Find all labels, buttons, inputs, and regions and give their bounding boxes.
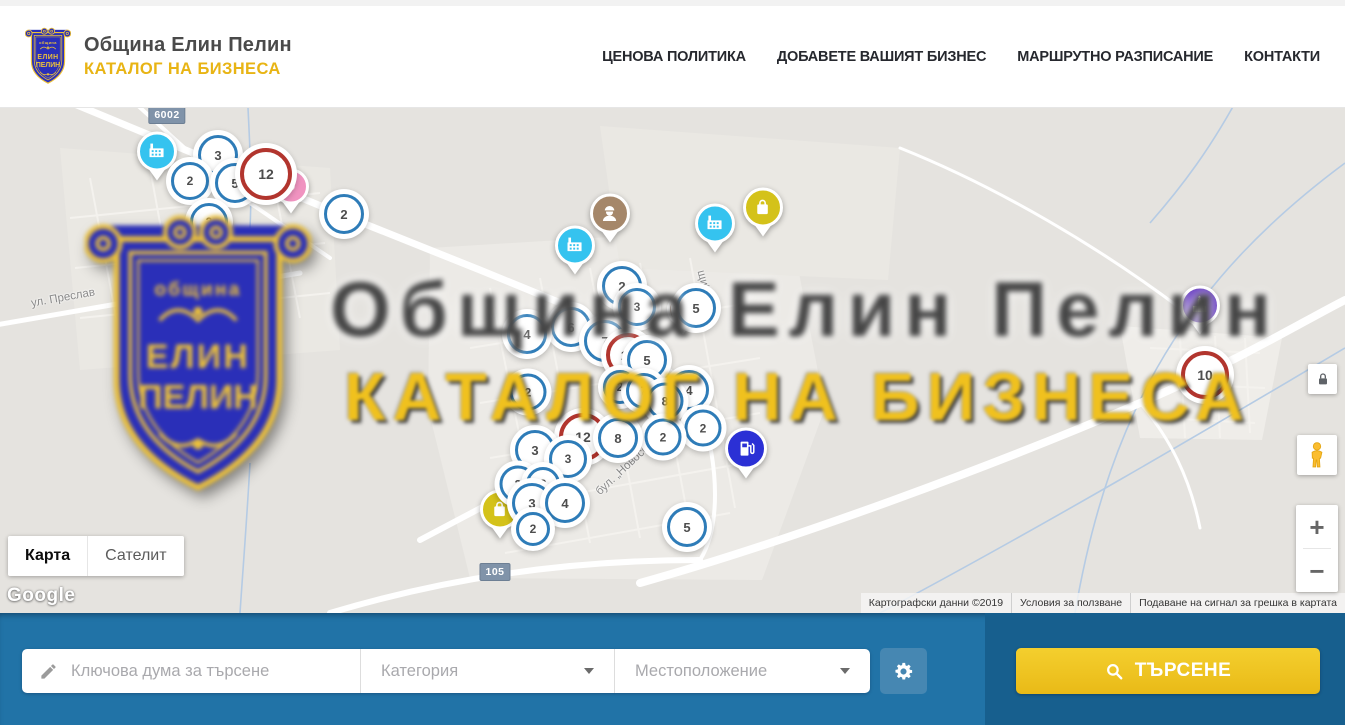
factory-pin[interactable] (695, 204, 735, 253)
cluster-marker[interactable]: 5 (676, 288, 716, 328)
cluster-marker[interactable]: 4 (507, 314, 547, 354)
attribution-link[interactable]: Условия за ползване (1011, 593, 1130, 613)
map-type-control: Карта Сателит (8, 536, 184, 576)
nav-item-pricing[interactable]: ЦЕНОВА ПОЛИТИКА (602, 49, 746, 65)
advanced-settings-button[interactable] (880, 648, 927, 694)
keyword-search-input[interactable] (71, 662, 348, 681)
attribution-text: Картографски данни ©2019 (861, 593, 1011, 613)
satellite-view-button[interactable]: Сателит (87, 536, 183, 576)
street-view-pegman-button[interactable] (1297, 435, 1337, 475)
cluster-marker[interactable]: 3 (618, 288, 656, 326)
cluster-marker[interactable]: 2 (190, 203, 228, 241)
road-badge: 105 (479, 563, 510, 581)
cluster-marker[interactable]: 2 (324, 194, 364, 234)
brand[interactable]: Община Елин Пелин КАТАЛОГ НА БИЗНЕСА (25, 27, 292, 86)
search-group: Категория Местоположение (22, 649, 870, 693)
cluster-marker[interactable]: 12 (240, 148, 292, 200)
chevron-down-icon (840, 668, 850, 674)
cluster-marker[interactable]: 2 (171, 162, 209, 200)
chevron-down-icon (584, 668, 594, 674)
cluster-marker[interactable]: 2 (685, 410, 722, 447)
municipality-crest-logo (25, 27, 71, 86)
cluster-marker[interactable]: 2 (510, 374, 547, 411)
location-select-label: Местоположение (635, 662, 767, 681)
gear-icon (892, 660, 915, 683)
cluster-marker[interactable]: 4 (545, 483, 585, 523)
search-bar: Категория Местоположение ТЪРСЕНЕ (0, 613, 1345, 725)
zoom-in-button[interactable]: + (1296, 505, 1338, 548)
nav-item-route-schedule[interactable]: МАРШРУТНО РАЗПИСАНИЕ (1017, 49, 1213, 65)
main-nav: ЦЕНОВА ПОЛИТИКА ДОБАВЕТЕ ВАШИЯТ БИЗНЕС МАР… (602, 49, 1320, 65)
fullscreen-lock-button[interactable] (1308, 364, 1337, 394)
location-select[interactable]: Местоположение (614, 649, 870, 693)
search-icon (1105, 662, 1124, 681)
cluster-marker[interactable]: 8 (647, 383, 684, 420)
road-badge: 6002 (148, 108, 185, 124)
site-title: Община Елин Пелин (84, 34, 292, 57)
church-pin[interactable] (1180, 286, 1220, 335)
fuel-pin[interactable] (725, 428, 767, 479)
cluster-marker[interactable]: 2 (516, 512, 550, 546)
keyword-field-wrap (22, 649, 360, 693)
map-view-button[interactable]: Карта (8, 536, 87, 576)
cluster-marker[interactable]: 2 (645, 419, 682, 456)
zoom-control: + − (1296, 505, 1338, 592)
cluster-marker[interactable]: 10 (1181, 351, 1229, 399)
map-attribution: Картографски данни ©2019Условия за ползв… (861, 593, 1345, 613)
search-button-label: ТЪРСЕНЕ (1135, 660, 1232, 682)
cluster-marker[interactable]: 8 (598, 418, 638, 458)
factory-pin[interactable] (137, 132, 177, 181)
bag-pin[interactable] (743, 188, 783, 237)
padlock-icon (1315, 370, 1331, 388)
site-subtitle: КАТАЛОГ НА БИЗНЕСА (84, 60, 292, 79)
category-select[interactable]: Категория (360, 649, 614, 693)
category-select-label: Категория (381, 662, 458, 681)
factory-pin[interactable] (555, 226, 595, 275)
pencil-icon (39, 662, 58, 681)
site-header: Община Елин Пелин КАТАЛОГ НА БИЗНЕСА ЦЕН… (0, 6, 1345, 108)
nav-item-add-business[interactable]: ДОБАВЕТЕ ВАШИЯТ БИЗНЕС (777, 49, 986, 65)
search-button[interactable]: ТЪРСЕНЕ (1016, 648, 1320, 694)
cluster-marker[interactable]: 5 (667, 507, 707, 547)
attribution-link[interactable]: Подаване на сигнал за грешка в картата (1130, 593, 1345, 613)
zoom-out-button[interactable]: − (1296, 549, 1338, 592)
worker-pin[interactable] (590, 194, 630, 243)
map[interactable]: ул. Преславбул. „Новоселщи“ 6002105 3251… (0, 108, 1345, 613)
pegman-icon (1304, 440, 1330, 470)
google-logo[interactable]: Google (7, 585, 75, 607)
nav-item-contacts[interactable]: КОНТАКТИ (1244, 49, 1320, 65)
